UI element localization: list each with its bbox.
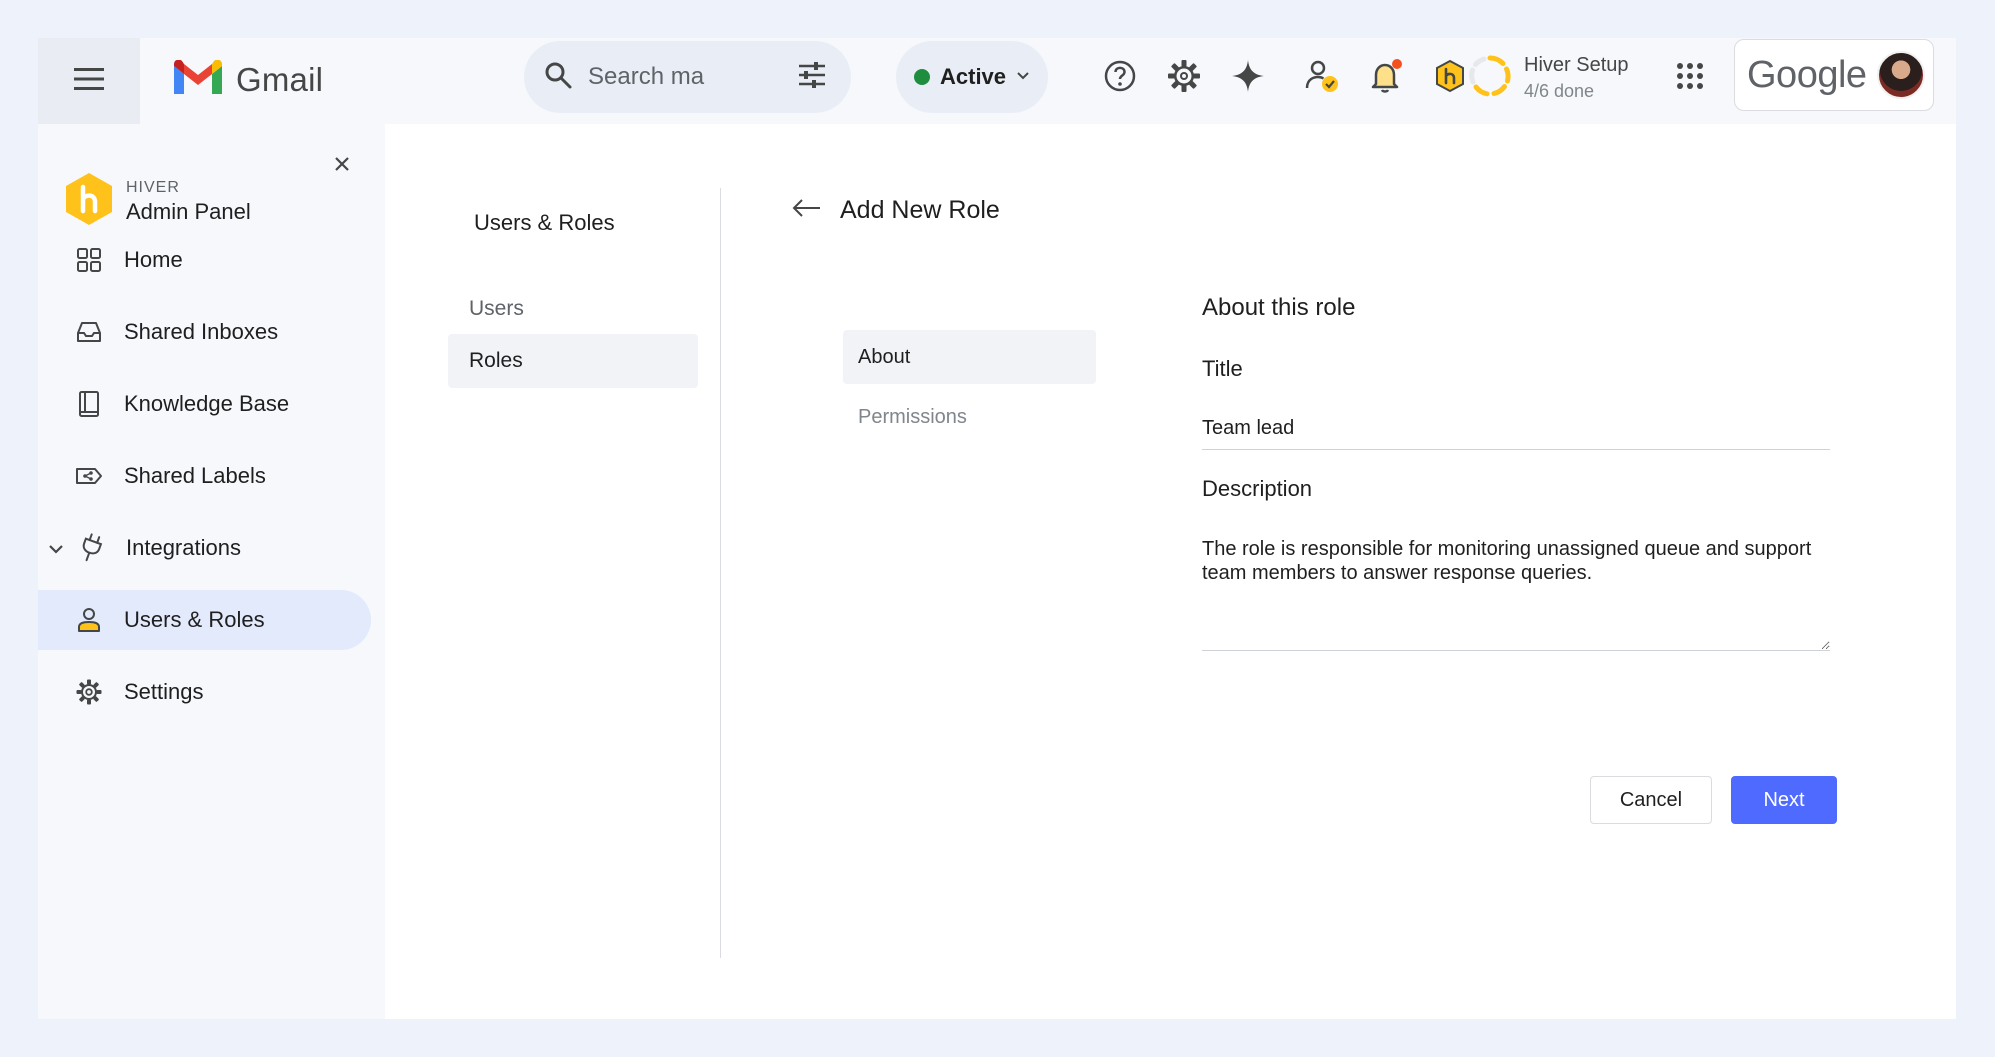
hiver-brand: HIVER Admin Panel (64, 172, 251, 231)
account-switcher[interactable]: Google (1734, 39, 1934, 111)
sidebar-item-label: Knowledge Base (124, 391, 290, 416)
google-logo: Google (1747, 53, 1867, 96)
app-window: Gmail Search ma Active Hiver Setup 4/6 d… (38, 38, 1956, 1019)
sidebar-item-label: Home (124, 247, 183, 272)
sidebar-item-label: Shared Inboxes (124, 319, 279, 344)
chevron-down-icon[interactable] (48, 535, 64, 561)
availability-button[interactable] (1300, 56, 1344, 100)
sidebar-item-knowledge-base[interactable]: Knowledge Base (38, 374, 371, 434)
sidebar-item-home[interactable]: Home (38, 230, 371, 290)
setup-progress-ring-icon (1468, 54, 1512, 103)
title-label: Title (1202, 356, 1243, 381)
apps-grid-icon (1676, 62, 1704, 95)
filter-sliders-icon[interactable] (797, 61, 827, 94)
help-icon (1103, 59, 1137, 98)
step-label: About (858, 345, 911, 368)
sidebar-item-shared-inboxes[interactable]: Shared Inboxes (38, 302, 371, 362)
notifications-button[interactable] (1364, 56, 1408, 100)
menu-icon (74, 67, 104, 95)
step-about[interactable]: About (843, 330, 1096, 384)
hiver-logo-icon (64, 172, 114, 231)
book-icon (74, 389, 104, 419)
sparkle-icon (1231, 59, 1265, 98)
description-textarea[interactable]: The role is responsible for monitoring u… (1202, 537, 1830, 651)
subnav-title: Users & Roles (474, 210, 615, 235)
brand-title: Admin Panel (126, 198, 251, 224)
subnav-item-roles[interactable]: Roles (448, 334, 698, 388)
plug-icon (76, 533, 106, 563)
title-input[interactable] (1202, 408, 1830, 450)
sidebar-item-label: Settings (124, 679, 204, 704)
setup-progress: 4/6 done (1524, 81, 1595, 101)
brand-small-label: HIVER (126, 178, 180, 196)
setup-title: Hiver Setup (1524, 54, 1629, 76)
apps-button[interactable] (1668, 56, 1712, 100)
settings-gear-icon (1167, 59, 1201, 98)
status-dropdown[interactable]: Active (896, 41, 1048, 113)
bell-icon (1368, 58, 1404, 99)
user-check-icon (1304, 58, 1340, 99)
person-icon (74, 605, 104, 635)
back-arrow-icon[interactable] (792, 198, 822, 223)
settings-button[interactable] (1162, 56, 1206, 100)
next-button[interactable]: Next (1731, 776, 1837, 824)
vertical-divider (720, 188, 721, 958)
gmail-logo[interactable]: Gmail (174, 56, 323, 104)
hiver-button[interactable] (1428, 56, 1472, 100)
inbox-icon (74, 317, 104, 347)
search-icon[interactable] (544, 61, 572, 94)
status-label: Active (940, 64, 1007, 89)
app-name: Gmail (236, 61, 324, 98)
gemini-button[interactable] (1226, 56, 1270, 100)
description-label: Description (1202, 476, 1313, 501)
sidebar-item-label: Integrations (126, 535, 241, 560)
sidebar-item-label: Users & Roles (124, 607, 265, 632)
search-bar[interactable]: Search ma (524, 41, 851, 113)
step-permissions[interactable]: Permissions (843, 390, 1096, 444)
section-title: About this role (1202, 294, 1356, 321)
page-title: Add New Role (840, 196, 1000, 224)
search-input[interactable]: Search ma (588, 63, 797, 91)
close-panel-button[interactable] (328, 152, 356, 180)
grid-icon (74, 245, 104, 275)
admin-sidebar: HIVER Admin Panel Home Shared Inboxes Kn… (38, 124, 383, 1019)
hiver-setup-widget[interactable]: Hiver Setup 4/6 done (1468, 48, 1629, 108)
page-header: Add New Role (792, 196, 1000, 225)
sidebar-item-shared-labels[interactable]: Shared Labels (38, 446, 371, 506)
hiver-shield-icon (1433, 59, 1467, 98)
label-share-icon (74, 461, 104, 491)
sidebar-item-settings[interactable]: Settings (38, 662, 371, 722)
gmail-m-icon (174, 59, 222, 101)
subnav-item-label: Users (469, 297, 524, 320)
sidebar-item-label: Shared Labels (124, 463, 266, 488)
chevron-down-icon (1016, 68, 1030, 86)
step-label: Permissions (858, 405, 967, 428)
role-form: About this role Title Description The ro… (1202, 294, 1832, 651)
status-dot (914, 69, 930, 85)
avatar[interactable] (1876, 51, 1925, 99)
help-button[interactable] (1098, 56, 1142, 100)
sidebar-item-integrations[interactable]: Integrations (38, 518, 371, 578)
subnav-item-users[interactable]: Users (448, 282, 698, 336)
gear-icon (74, 677, 104, 707)
main-panel: Users & Roles Users Roles Add New Role A… (385, 124, 1956, 1019)
subnav-item-label: Roles (469, 349, 523, 372)
cancel-button[interactable]: Cancel (1590, 776, 1712, 824)
close-icon (334, 156, 350, 177)
main-menu-button[interactable] (38, 38, 140, 124)
sidebar-item-users-roles[interactable]: Users & Roles (38, 590, 371, 650)
